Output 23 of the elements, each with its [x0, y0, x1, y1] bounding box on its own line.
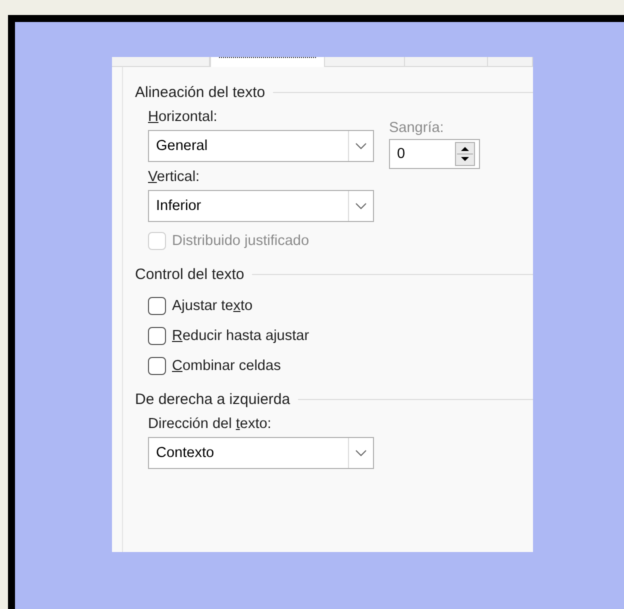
section-title: Alineación del texto: [135, 84, 266, 100]
field-label: Reducir hasta ajustar: [172, 328, 310, 344]
checkbox[interactable]: [148, 327, 166, 345]
checkbox[interactable]: [148, 297, 166, 315]
section-title: Control del texto: [135, 266, 244, 282]
field-label: Horizontal:: [148, 109, 218, 125]
field-label: Dirección del texto:: [148, 416, 272, 432]
chevron-down-icon: [355, 202, 367, 210]
field-label: Vertical:: [148, 169, 201, 185]
checkbox[interactable]: [148, 357, 166, 375]
dropdown[interactable]: General: [148, 130, 374, 162]
dropdown[interactable]: Contexto: [148, 437, 374, 469]
dropdown[interactable]: Inferior: [148, 190, 374, 222]
tab[interactable]: [210, 57, 325, 67]
section-title: De derecha a izquierda: [135, 390, 290, 408]
field-label: Distribuido justificado: [172, 233, 310, 249]
field-label: Ajustar texto: [172, 298, 253, 314]
field-label: Sangría:: [389, 120, 445, 136]
spin-arrows-icon[interactable]: [455, 142, 475, 166]
chevron-down-icon: [355, 142, 367, 150]
spin-field[interactable]: 0: [389, 139, 480, 169]
chevron-down-icon: [355, 449, 367, 457]
field-label: Combinar celdas: [172, 358, 281, 374]
